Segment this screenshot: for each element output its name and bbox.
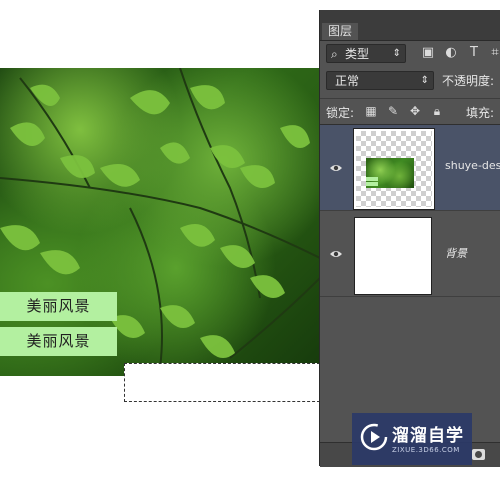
layer-name[interactable]: 背景 (445, 245, 467, 261)
eye-visibility-icon[interactable] (329, 247, 343, 261)
watermark: 溜溜自学 ZIXUE.3D66.COM (352, 413, 472, 465)
tab-layers[interactable]: 图层 (322, 23, 359, 40)
lock-label: 锁定: (326, 106, 355, 120)
caption-label[interactable]: 美丽风景 (0, 292, 117, 321)
blend-mode-select[interactable]: 正常 ⇕ (326, 71, 434, 90)
lock-all-icon[interactable]: 🔒︎ (430, 104, 444, 118)
lock-position-move-icon[interactable]: ✥ (408, 104, 422, 118)
eye-visibility-icon[interactable] (329, 161, 343, 175)
lock-pixels-brush-icon[interactable]: ✎ (386, 104, 400, 118)
opacity-label: 不透明度: (442, 74, 495, 88)
shape-filter-icon[interactable]: ⌗ (488, 46, 500, 60)
watermark-url: ZIXUE.3D66.COM (392, 446, 460, 454)
layer-row-background[interactable]: 背景 (320, 211, 500, 297)
panel-tab-bar: 图层 (320, 10, 500, 41)
layer-thumbnail[interactable] (353, 128, 435, 210)
image-filter-icon[interactable]: ▣ (421, 46, 435, 60)
lock-transparent-icon[interactable]: ▦ (364, 104, 378, 118)
layer-name[interactable]: shuye-desk (445, 159, 500, 172)
caption-label[interactable]: 美丽风景 (0, 327, 117, 356)
add-mask-button[interactable] (472, 449, 485, 460)
play-logo-icon (360, 423, 388, 451)
filter-kind-label: 类型 (345, 47, 370, 61)
selection-marquee[interactable] (124, 363, 320, 402)
thumbnail-caption (366, 182, 378, 186)
type-filter-icon[interactable]: T (467, 46, 481, 60)
search-icon: ⌕ (331, 47, 338, 61)
layers-list: shuye-desk 背景 (320, 124, 500, 443)
layers-panel: 图层 ⌕ 类型 ⇕ ▣ ◐ T ⌗ 正常 ⇕ 不透明度: 锁定: ▦ ✎ ✥ 🔒… (319, 10, 500, 467)
layer-row-shuye-desk[interactable]: shuye-desk (320, 125, 500, 211)
blend-row: 正常 ⇕ 不透明度: (320, 70, 500, 94)
updown-arrow-icon: ⇕ (392, 48, 401, 59)
layer-thumbnail[interactable] (354, 217, 432, 295)
thumbnail-caption (366, 177, 378, 181)
updown-arrow-icon: ⇕ (420, 75, 429, 86)
watermark-title: 溜溜自学 (392, 426, 464, 446)
filter-kind-select[interactable]: ⌕ 类型 ⇕ (326, 44, 406, 63)
adjustment-filter-icon[interactable]: ◐ (444, 46, 458, 60)
layer-filter-row: ⌕ 类型 ⇕ ▣ ◐ T ⌗ (320, 43, 500, 67)
blend-mode-label: 正常 (335, 74, 360, 88)
fill-label: 填充: (466, 106, 495, 120)
lock-row: 锁定: ▦ ✎ ✥ 🔒︎ 填充: (320, 98, 500, 123)
